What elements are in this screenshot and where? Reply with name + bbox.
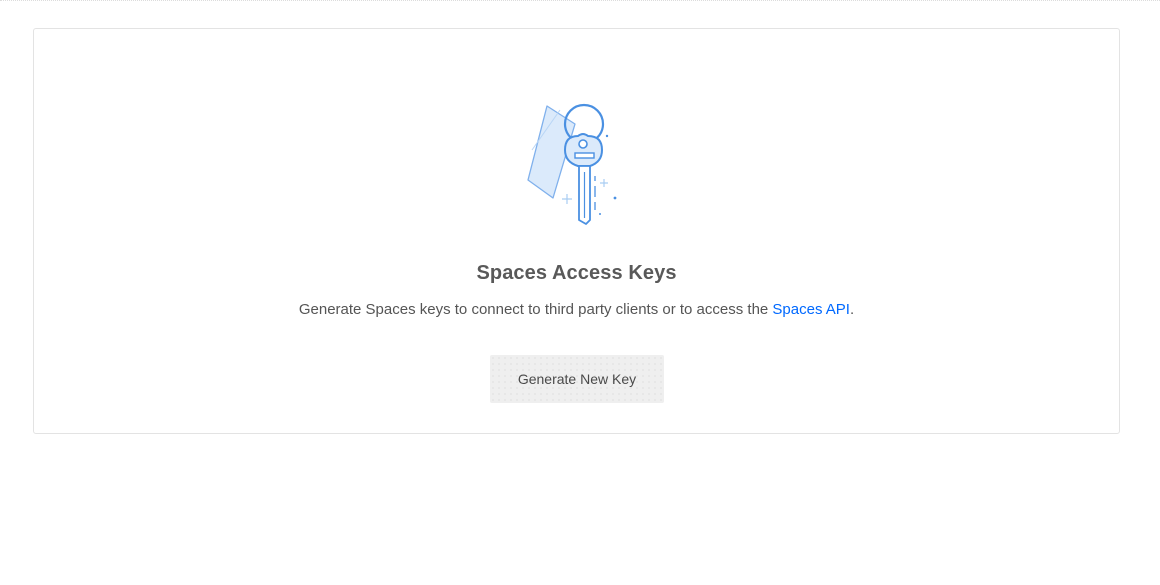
description-text: Generate Spaces keys to connect to third… <box>298 301 773 318</box>
spaces-api-link[interactable]: Spaces API <box>772 301 850 318</box>
page-title: Spaces Access Keys <box>476 262 677 284</box>
top-divider <box>0 0 1160 3</box>
key-keychain-icon <box>520 102 630 227</box>
description-suffix: . <box>849 301 855 318</box>
empty-state-description: Generate Spaces keys to connect to third… <box>33 301 1120 318</box>
generate-new-key-button[interactable]: Generate New Key <box>490 355 664 403</box>
